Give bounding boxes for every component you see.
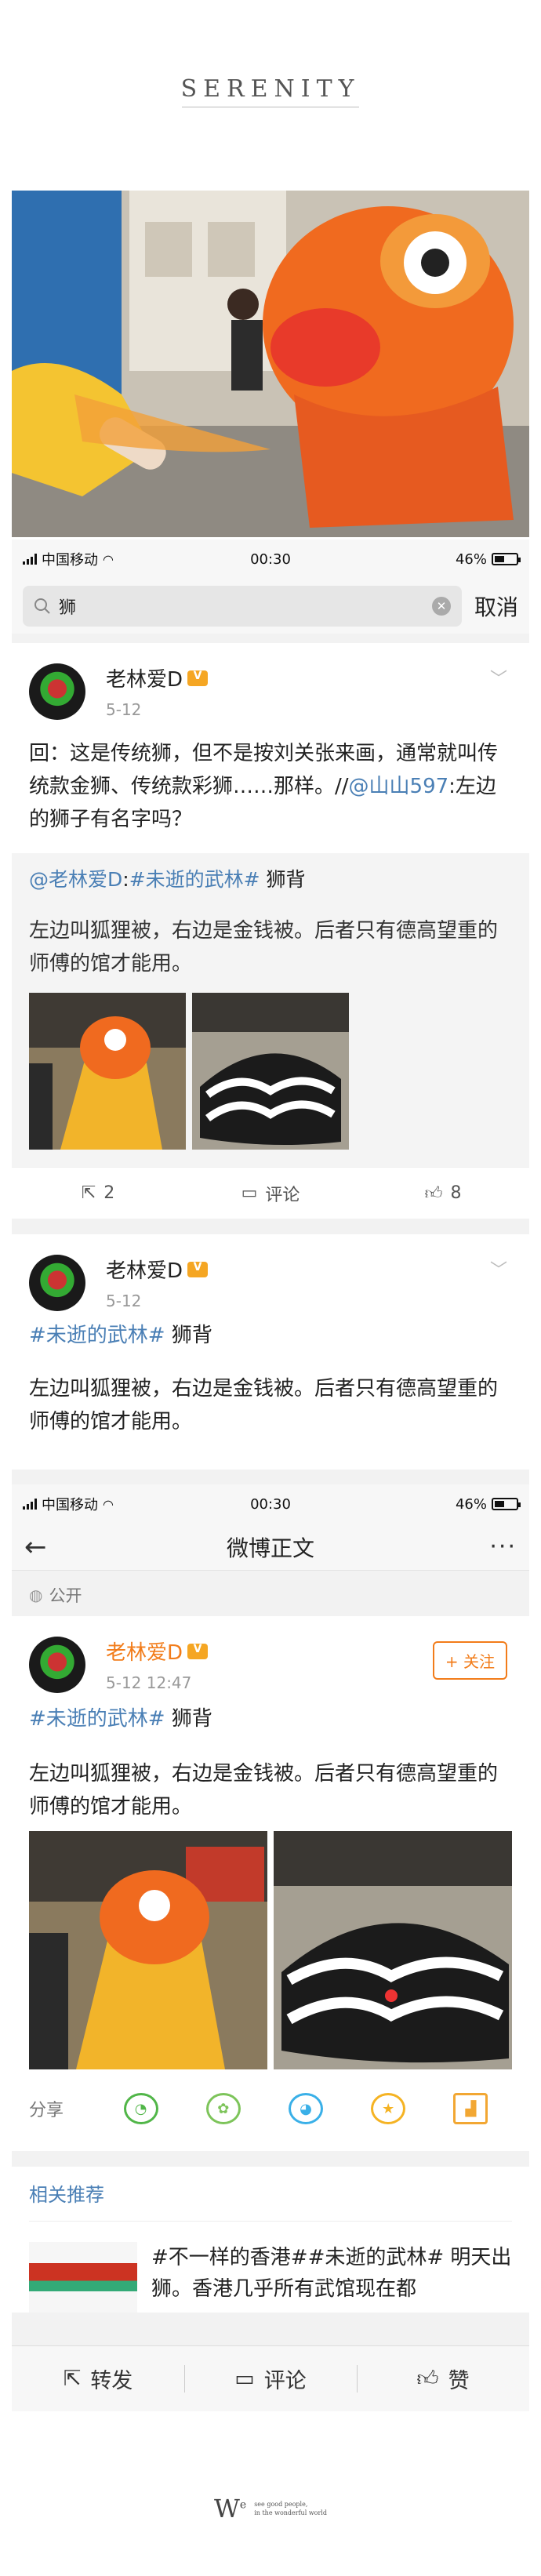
related-title: 相关推荐 xyxy=(29,2167,512,2222)
repost-icon: ⇱ xyxy=(81,1183,96,1203)
search-results-screen: 中国移动 ◠ 00:30 46% 狮 ✕ 取消 老林爱D 5-12 xyxy=(12,540,529,1485)
weibo-post-detail: 老林爱D 5-12 12:47 + 关注 #未逝的武林# 狮背 左边叫狐狸被，右… xyxy=(12,1616,529,2151)
post-title: #未逝的武林# 狮背 xyxy=(29,1707,212,1731)
author-name[interactable]: 老林爱D xyxy=(106,1255,183,1284)
visibility-label: ◍ 公开 xyxy=(12,1571,529,1616)
post-time: 5-12 xyxy=(106,700,142,719)
clear-icon[interactable]: ✕ xyxy=(431,597,451,616)
retweeted-post[interactable]: @老林爱D:#未逝的武林# 狮背 左边叫狐狸被，右边是金钱被。后者只有德高望重的… xyxy=(12,853,529,1167)
signal-icon xyxy=(23,1499,37,1510)
share-label: 分享 xyxy=(29,2101,64,2120)
mention-link[interactable]: @山山597 xyxy=(349,775,449,798)
search-bar: 狮 ✕ 取消 xyxy=(12,579,529,634)
avatar[interactable] xyxy=(29,663,85,720)
weibo-post[interactable]: 老林爱D 5-12 ﹀ 回：这是传统狮，但不是按刘关张来画，通常就叫传统款金狮、… xyxy=(12,643,529,1219)
verified-badge-icon xyxy=(187,1261,209,1277)
post-time: 5-12 xyxy=(106,1292,142,1310)
hashtag-link[interactable]: #未逝的武林# xyxy=(29,1324,165,1347)
share-row: 分享 ◔ ✿ ◕ ★ ▟ xyxy=(29,2069,512,2151)
search-input[interactable]: 狮 ✕ xyxy=(23,586,462,627)
image-thumbnail[interactable] xyxy=(274,1831,512,2069)
comment-icon: ▭ xyxy=(241,1183,258,1203)
qq-icon[interactable]: ◕ xyxy=(289,2093,323,2124)
signature-logo: We see good people, in the wonderful worl… xyxy=(214,2494,327,2523)
chevron-down-icon[interactable]: ﹀ xyxy=(490,665,507,690)
signal-icon xyxy=(23,554,37,565)
like-button[interactable]: 👍︎ 赞 xyxy=(357,2363,529,2394)
wechat-icon[interactable]: ◔ xyxy=(123,2093,158,2124)
comment-button[interactable]: ▭ 评论 xyxy=(184,1181,357,1206)
image-icon[interactable]: ▟ xyxy=(453,2093,488,2124)
comment-icon: ▭ xyxy=(234,2367,255,2391)
back-icon[interactable]: ← xyxy=(24,1531,47,1563)
image-grid xyxy=(29,980,512,1150)
verified-badge-icon xyxy=(187,1643,209,1659)
brand-title: SERENITY xyxy=(180,75,361,103)
hashtag-link[interactable]: #未逝的武林# xyxy=(129,868,260,891)
repost-button[interactable]: ⇱ 转发 xyxy=(12,2363,184,2394)
search-icon xyxy=(34,598,50,614)
moments-icon[interactable]: ✿ xyxy=(205,2093,241,2124)
related-item[interactable]: #不一样的香港##未逝的武林# 明天出狮。香港几乎所有武馆现在都 xyxy=(29,2222,512,2313)
image-thumbnail[interactable] xyxy=(29,1831,267,2069)
like-icon: 👍︎ xyxy=(416,2366,439,2391)
related-thumbnail xyxy=(29,2242,137,2313)
carrier-name: 中国移动 xyxy=(42,1497,98,1513)
status-bar: 中国移动 ◠ 00:30 46% xyxy=(12,1484,529,1524)
related-item-text: #不一样的香港##未逝的武林# 明天出狮。香港几乎所有武馆现在都 xyxy=(151,2246,512,2301)
hashtag-link[interactable]: #未逝的武林# xyxy=(29,1707,165,1731)
image-grid xyxy=(29,1823,512,2069)
bottom-action-bar: ⇱ 转发 ▭ 评论 👍︎ 赞 xyxy=(12,2345,529,2411)
image-thumbnail[interactable] xyxy=(29,993,186,1150)
carrier-name: 中国移动 xyxy=(42,552,98,569)
author-name[interactable]: 老林爱D xyxy=(106,1637,183,1666)
search-query: 狮 xyxy=(59,598,77,618)
chevron-down-icon[interactable]: ﹀ xyxy=(490,1256,507,1281)
follow-button[interactable]: + 关注 xyxy=(432,1641,507,1680)
nav-bar: ← 微博正文 ··· xyxy=(12,1524,529,1571)
related-section: 相关推荐 #不一样的香港##未逝的武林# 明天出狮。香港几乎所有武馆现在都 xyxy=(12,2167,529,2313)
action-bar: ⇱ 2 ▭ 评论 👍︎ 8 xyxy=(12,1167,529,1219)
battery-percent: 46% xyxy=(455,550,487,568)
battery-percent: 46% xyxy=(455,1495,487,1513)
globe-icon: ◍ xyxy=(29,1586,43,1604)
cancel-button[interactable]: 取消 xyxy=(474,590,518,622)
verified-badge-icon xyxy=(187,670,209,686)
battery-icon xyxy=(492,553,521,565)
weibo-post[interactable]: 老林爱D 5-12 ﹀ #未逝的武林# 狮背 左边叫狐狸被，右边是金钱被。后者只… xyxy=(12,1234,529,1470)
post-title: #未逝的武林# 狮背 xyxy=(29,1324,212,1347)
post-text: 左边叫狐狸被，右边是金钱被。后者只有德高望重的师傅的馆才能用。 xyxy=(29,1377,499,1433)
repost-icon: ⇱ xyxy=(63,2367,82,2391)
wifi-icon: ◠ xyxy=(103,551,114,567)
avatar[interactable] xyxy=(29,1255,85,1311)
image-thumbnail[interactable] xyxy=(192,993,349,1150)
post-time: 5-12 12:47 xyxy=(106,1673,192,1692)
lion-dance-photo xyxy=(12,191,529,537)
repost-button[interactable]: ⇱ 2 xyxy=(12,1183,184,1203)
avatar[interactable] xyxy=(29,1637,85,1693)
post-text: 左边叫狐狸被，右边是金钱被。后者只有德高望重的师傅的馆才能用。 xyxy=(29,1762,499,1818)
like-button[interactable]: 👍︎ 8 xyxy=(357,1183,529,1204)
battery-icon xyxy=(492,1498,521,1510)
post-text: 回：这是传统狮，但不是按刘关张来画，通常就叫传统款金狮、传统款彩狮……那样。//… xyxy=(29,742,499,831)
wifi-icon: ◠ xyxy=(103,1496,114,1512)
favorite-icon[interactable]: ★ xyxy=(371,2093,406,2124)
post-detail-screen: 中国移动 ◠ 00:30 46% ← 微博正文 ··· ◍ 公开 老林爱D 5-… xyxy=(12,1484,529,2411)
page-title: 微博正文 xyxy=(226,1535,314,1561)
retweet-author-link[interactable]: @老林爱D xyxy=(29,868,122,891)
retweet-text: 左边叫狐狸被，右边是金钱被。后者只有德高望重的师傅的馆才能用。 xyxy=(29,919,499,976)
like-icon: 👍︎ xyxy=(424,1184,443,1204)
more-icon[interactable]: ··· xyxy=(489,1533,517,1560)
comment-button[interactable]: ▭ 评论 xyxy=(184,2363,357,2394)
status-bar: 中国移动 ◠ 00:30 46% xyxy=(12,540,529,579)
author-name[interactable]: 老林爱D xyxy=(106,663,183,692)
